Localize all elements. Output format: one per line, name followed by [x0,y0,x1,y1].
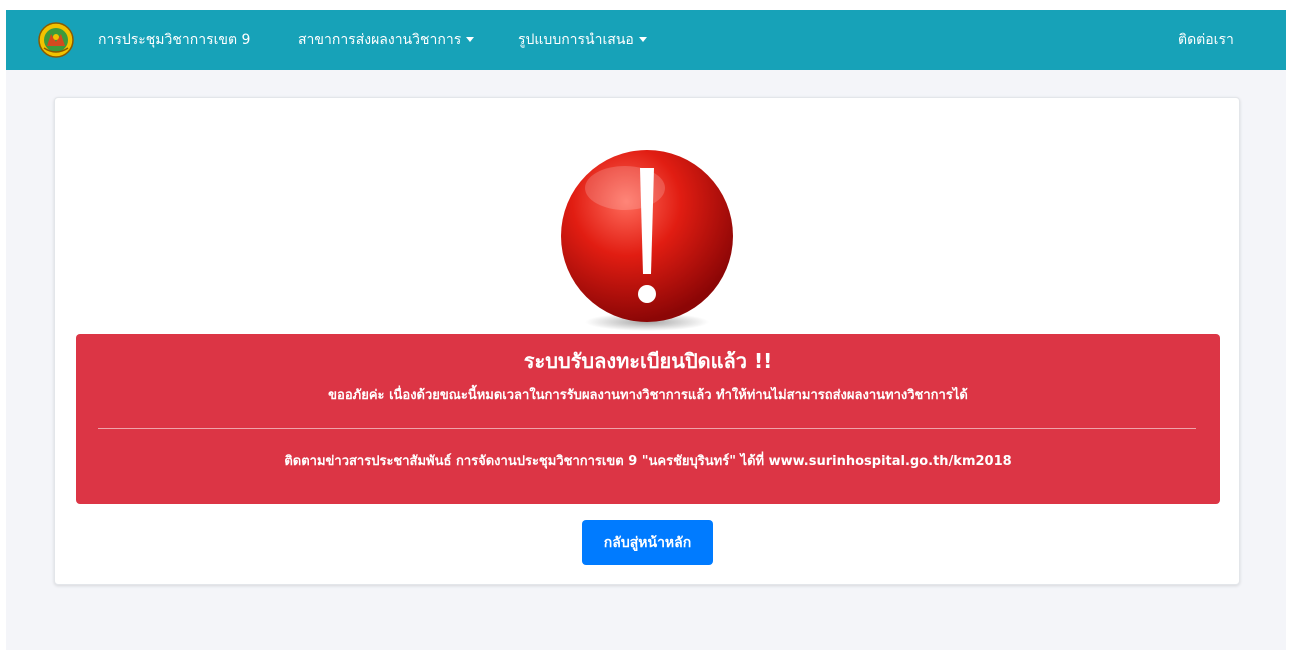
alert-divider [98,428,1196,429]
alert-message: ขออภัยค่ะ เนื่องด้วยขณะนี้หมดเวลาในการรั… [328,388,968,403]
caret-down-icon [638,37,647,42]
alert-follow-up: ติดตามข่าวสารประชาสัมพันธ์ การจัดงานประช… [284,454,1012,469]
closed-registration-card: ระบบรับลงทะเบียนปิดแล้ว !! ขออภัยค่ะ เนื… [54,97,1240,585]
back-to-home-button[interactable]: กลับสู่หน้าหลัก [582,520,713,565]
nav-contact-link[interactable]: ติดต่อเรา [1178,10,1234,70]
nav-dropdown-label: รูปแบบการนำเสนอ [518,32,634,48]
navbar-brand[interactable]: การประชุมวิชาการเขต 9 [98,10,250,70]
exclamation-icon [561,150,733,331]
registration-closed-alert: ระบบรับลงทะเบียนปิดแล้ว !! ขออภัยค่ะ เนื… [76,334,1220,504]
nav-dropdown-presentation-format[interactable]: รูปแบบการนำเสนอ [518,10,647,70]
nav-dropdown-label: สาขาการส่งผลงานวิชาการ [298,32,462,48]
page: การประชุมวิชาการเขต 9 สาขาการส่งผลงานวิช… [6,10,1286,650]
nav-dropdown-submission-fields[interactable]: สาขาการส่งผลงานวิชาการ [298,10,475,70]
caret-down-icon [466,37,475,42]
hospital-seal-logo[interactable] [38,22,74,58]
alert-heading: ระบบรับลงทะเบียนปิดแล้ว !! [523,349,773,373]
navbar: การประชุมวิชาการเขต 9 สาขาการส่งผลงานวิช… [6,10,1286,70]
